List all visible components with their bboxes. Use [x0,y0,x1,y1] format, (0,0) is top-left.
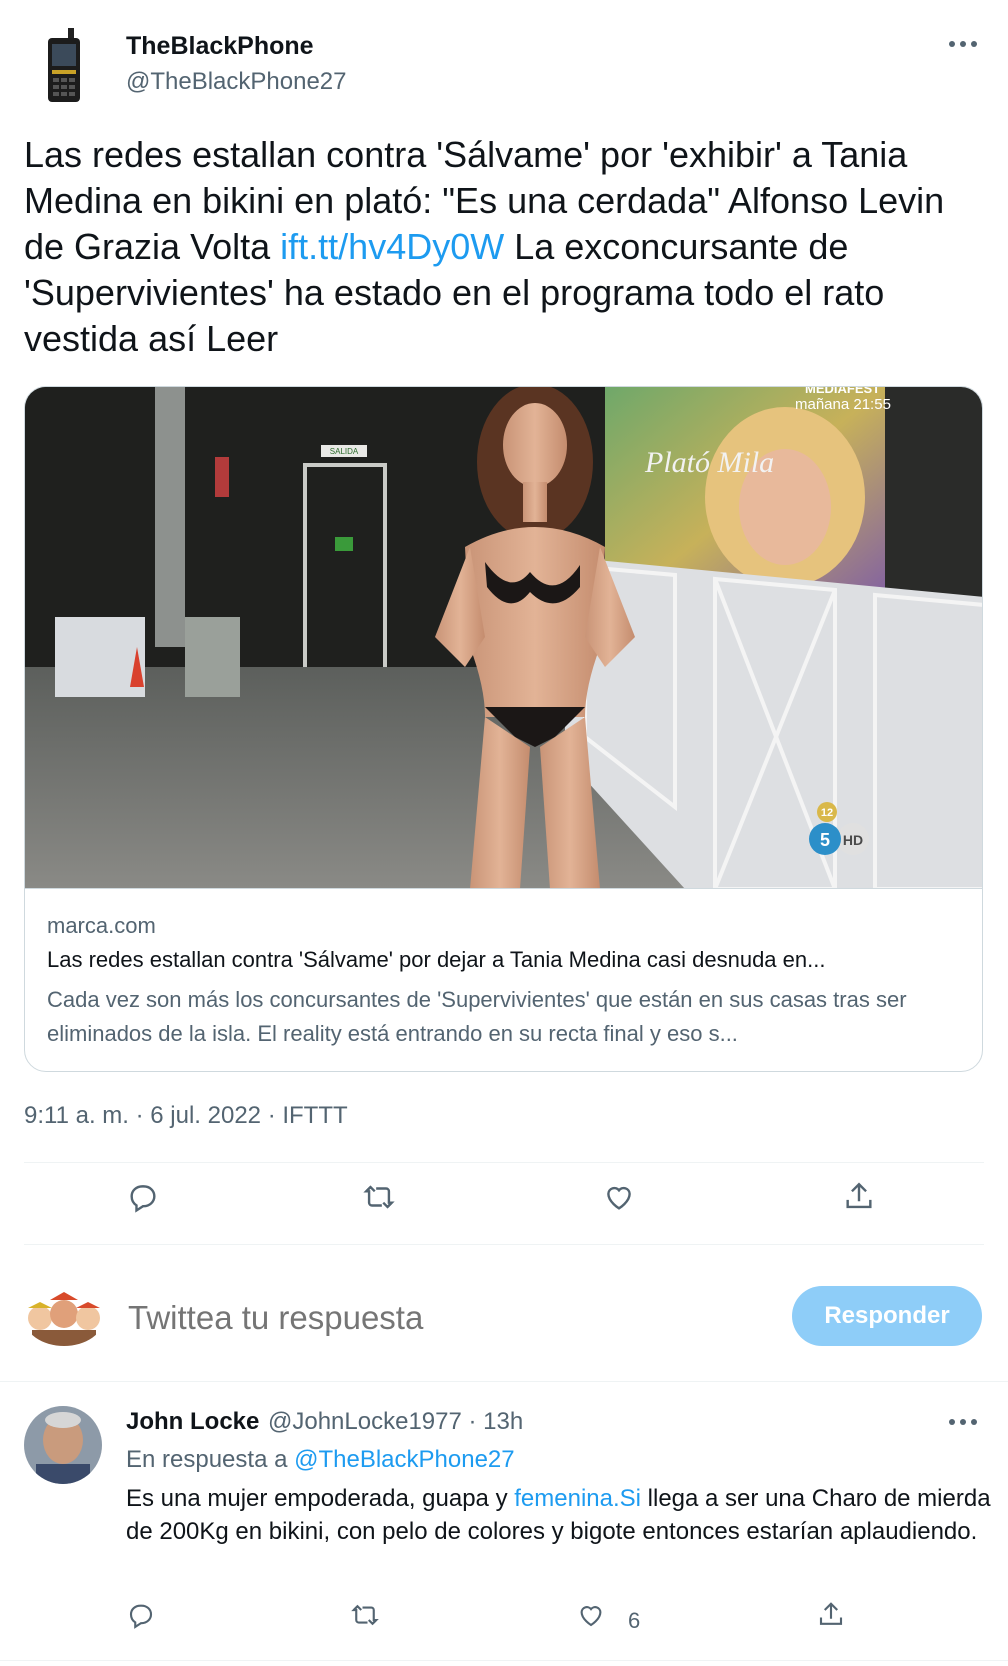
author-handle[interactable]: @TheBlackPhone27 [126,68,347,96]
rating-badge: 12 [821,807,833,819]
current-user-avatar[interactable] [24,1290,104,1346]
reply-icon[interactable] [126,1600,166,1640]
reply-context: En respuesta a @TheBlackPhone27 [126,1446,515,1474]
tweet-timestamp[interactable]: 9:11 a. m. · 6 jul. 2022 · IFTTT [24,1102,348,1130]
divider [24,1244,984,1245]
tweet-text: Las redes estallan contra 'Sálvame' por … [24,132,964,362]
exit-sign: SALIDA [330,447,359,456]
retweet-icon[interactable] [362,1180,402,1220]
reply-author-avatar[interactable] [24,1406,102,1484]
card-description: Cada vez son más los concursantes de 'Su… [47,987,907,1046]
reply-actions [0,1600,1008,1640]
more-options-icon[interactable] [946,1412,980,1432]
reply-author-name[interactable]: John Locke [126,1408,259,1436]
more-options-icon[interactable] [946,34,980,54]
author-name[interactable]: TheBlackPhone [126,32,314,61]
overlay-channel-text: MEDIAFEST [805,387,880,396]
reply-input[interactable] [128,1296,708,1340]
card-title: Las redes estallan contra 'Sálvame' por … [47,947,826,972]
share-icon[interactable] [842,1180,882,1220]
reply-author-meta[interactable]: @JohnLocke1977 · 13h [268,1408,523,1436]
hd-badge: HD [843,832,863,848]
like-icon[interactable] [602,1180,642,1220]
reply-text-part: Es una mujer empoderada, guapa y [126,1485,515,1512]
channel-logo: 5 [820,830,830,850]
overlay-schedule: mañana 21:55 [795,396,891,413]
reply-icon[interactable] [126,1180,166,1220]
link-card[interactable]: SALIDA Plató Mila MEDIAFEST mañana 21:55… [24,386,983,1072]
tweet-actions [0,1180,1008,1228]
divider [24,1162,984,1163]
card-image[interactable]: SALIDA Plató Mila MEDIAFEST mañana 21:55… [25,387,982,889]
like-count: 6 [628,1608,641,1633]
share-icon[interactable] [816,1600,856,1640]
reply-button[interactable]: Responder [792,1286,982,1346]
divider [0,1660,1008,1661]
like-icon[interactable] [576,1600,616,1640]
reply-context-mention[interactable]: @TheBlackPhone27 [294,1446,515,1473]
card-domain: marca.com [47,913,156,938]
divider [0,1381,1008,1382]
retweet-icon[interactable] [350,1600,390,1640]
author-avatar[interactable] [46,28,82,104]
reply-context-prefix: En respuesta a [126,1446,295,1473]
tweet-link[interactable]: ift.tt/hv4Dy0W [280,226,504,267]
sign-text: Plató Mila [644,446,774,479]
reply-text: Es una mujer empoderada, guapa y femenin… [126,1482,992,1548]
reply-link[interactable]: femenina.Si [514,1485,641,1512]
